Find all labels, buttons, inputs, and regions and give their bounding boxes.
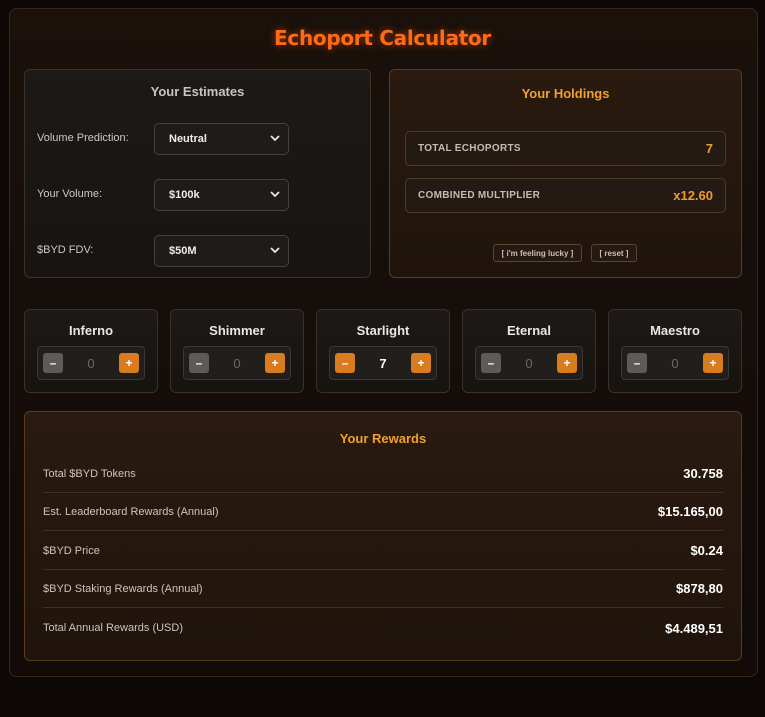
quantity-stepper: – 7 + [329,346,437,380]
quantity-value: 0 [671,356,679,371]
echoport-card-maestro: Maestro – 0 + [608,309,742,393]
combined-multiplier-label: COMBINED MULTIPLIER [418,190,541,201]
total-echoports-label: TOTAL ECHOPORTS [418,143,521,154]
reward-row-price: $BYD Price $0.24 [43,532,723,570]
echoport-name: Starlight [356,323,410,338]
echoport-card-shimmer: Shimmer – 0 + [170,309,304,393]
increment-button[interactable]: + [119,353,139,373]
decrement-button[interactable]: – [335,353,355,373]
increment-button[interactable]: + [411,353,431,373]
reset-button[interactable]: [ reset ] [591,244,637,262]
your-volume-label: Your Volume: [37,188,103,200]
fdv-select[interactable]: $50M [154,235,289,267]
chevron-down-icon [270,247,280,254]
rewards-title: Your Rewards [339,431,427,446]
quantity-stepper: – 0 + [621,346,729,380]
reward-row-leaderboard: Est. Leaderboard Rewards (Annual) $15.16… [43,493,723,531]
your-volume-select[interactable]: $100k [154,179,289,211]
reward-value: $878,80 [676,581,723,596]
quantity-stepper: – 0 + [183,346,291,380]
reward-label: Est. Leaderboard Rewards (Annual) [43,505,219,518]
holdings-card: Your Holdings TOTAL ECHOPORTS 7 COMBINED… [389,69,742,278]
decrement-button[interactable]: – [481,353,501,373]
decrement-button[interactable]: – [627,353,647,373]
reward-value: $0.24 [690,543,723,558]
increment-button[interactable]: + [265,353,285,373]
echoport-name: Eternal [506,323,552,338]
total-echoports-row: TOTAL ECHOPORTS 7 [405,131,726,166]
reward-label: Total Annual Rewards (USD) [43,622,184,634]
increment-button[interactable]: + [703,353,723,373]
reward-row-staking: $BYD Staking Rewards (Annual) $878,80 [43,570,723,608]
decrement-button[interactable]: – [189,353,209,373]
echoport-card-inferno: Inferno – 0 + [24,309,158,393]
chevron-down-icon [270,135,280,142]
combined-multiplier-row: COMBINED MULTIPLIER x12.60 [405,178,726,213]
total-echoports-value: 7 [705,141,713,156]
reward-label: $BYD Staking Rewards (Annual) [43,582,203,595]
reward-row-total-tokens: Total $BYD Tokens 30.758 [43,455,723,493]
decrement-button[interactable]: – [43,353,63,373]
estimates-title: Your Estimates [150,84,245,99]
quantity-value: 0 [525,356,533,371]
echoport-card-eternal: Eternal – 0 + [462,309,596,393]
echoport-name: Inferno [68,323,114,338]
fdv-value: $50M [169,245,197,257]
echoport-name: Shimmer [209,323,265,338]
increment-button[interactable]: + [557,353,577,373]
combined-multiplier-value: x12.60 [673,188,713,203]
chevron-down-icon [270,191,280,198]
estimates-card: Your Estimates Volume Prediction: Neutra… [24,69,371,278]
reward-label: Total $BYD Tokens [43,467,136,480]
volume-prediction-label: Volume Prediction: [37,132,129,144]
reward-row-total-annual: Total Annual Rewards (USD) $4.489,51 [43,609,723,647]
quantity-value: 7 [379,356,387,371]
holdings-title: Your Holdings [521,86,610,101]
echoport-name: Maestro [650,323,700,338]
volume-prediction-value: Neutral [169,133,207,145]
reward-value: $15.165,00 [657,504,723,519]
quantity-value: 0 [87,356,95,371]
fdv-label: $BYD FDV: [37,244,94,256]
quantity-stepper: – 0 + [37,346,145,380]
page-title: Echoport Calculator [274,26,491,50]
rewards-card: Your Rewards Total $BYD Tokens 30.758 Es… [24,411,742,661]
feeling-lucky-button[interactable]: [ i'm feeling lucky ] [493,244,582,262]
volume-prediction-select[interactable]: Neutral [154,123,289,155]
echoport-card-starlight: Starlight – 7 + [316,309,450,393]
reward-value: $4.489,51 [665,620,723,636]
your-volume-value: $100k [169,189,200,201]
quantity-value: 0 [233,356,241,371]
reward-label: $BYD Price [43,544,100,557]
reward-value: 30.758 [683,466,723,481]
quantity-stepper: – 0 + [475,346,583,380]
